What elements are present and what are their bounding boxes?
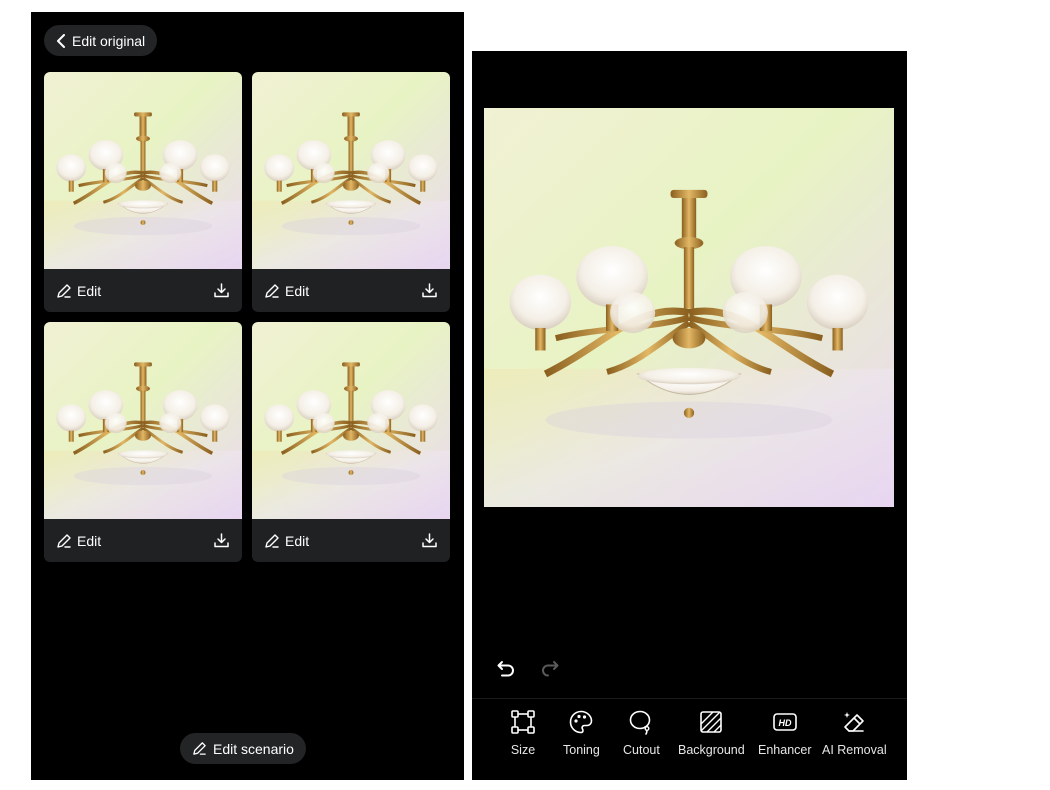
edit-original-label: Edit original — [72, 32, 146, 49]
tool-enhancer-label: Enhancer — [758, 743, 812, 757]
tool-size-label: Size — [510, 743, 536, 757]
edit-scenario-label: Edit scenario — [213, 740, 294, 757]
chandelier-thumbnail[interactable] — [44, 322, 242, 519]
pencil-icon — [57, 283, 71, 298]
result-card: Edit — [252, 322, 450, 562]
hatch-square-icon — [700, 711, 723, 733]
download-icon — [422, 533, 437, 548]
chandelier-thumbnail[interactable] — [252, 72, 450, 269]
redo-button[interactable] — [540, 658, 560, 683]
undo-icon — [497, 661, 514, 677]
edit-label: Edit — [285, 282, 310, 299]
results-panel: Edit original Edit Edit Edit Edit Edit s… — [31, 12, 464, 780]
tool-toning[interactable]: Toning — [563, 709, 600, 757]
tool-enhancer[interactable]: HD Enhancer — [758, 709, 812, 757]
edit-original-button[interactable]: Edit original — [44, 25, 158, 56]
download-button[interactable] — [213, 282, 230, 299]
editor-canvas-image[interactable] — [484, 108, 894, 507]
tool-background[interactable]: Background — [678, 709, 745, 757]
palette-icon — [570, 710, 593, 734]
pencil-icon — [193, 742, 206, 755]
chandelier-thumbnail[interactable] — [44, 72, 242, 269]
pencil-icon — [57, 533, 71, 548]
edit-label: Edit — [77, 532, 102, 549]
edit-scenario-button[interactable]: Edit scenario — [180, 733, 306, 764]
card-action-bar: Edit — [252, 269, 450, 312]
undo-button[interactable] — [496, 658, 516, 683]
edit-button[interactable]: Edit — [264, 533, 309, 549]
download-button[interactable] — [213, 532, 230, 549]
toolbar-divider — [472, 698, 907, 699]
tool-cutout[interactable]: Cutout — [623, 709, 660, 757]
edit-label: Edit — [285, 532, 310, 549]
edit-button[interactable]: Edit — [264, 283, 309, 299]
edit-label: Edit — [77, 282, 102, 299]
card-action-bar: Edit — [252, 519, 450, 562]
edit-button[interactable]: Edit — [56, 533, 101, 549]
tool-size[interactable]: Size — [510, 709, 536, 757]
download-icon — [214, 283, 229, 298]
chandelier-thumbnail[interactable] — [252, 322, 450, 519]
download-button[interactable] — [421, 282, 438, 299]
download-button[interactable] — [421, 532, 438, 549]
chevron-left-icon — [57, 33, 65, 48]
svg-text:HD: HD — [778, 718, 791, 728]
tool-background-label: Background — [678, 743, 745, 757]
tool-ai-removal[interactable]: AI Removal — [822, 709, 887, 757]
lasso-icon — [630, 710, 651, 735]
eraser-sparkle-icon — [844, 712, 865, 732]
result-card: Edit — [252, 72, 450, 312]
pencil-icon — [265, 533, 279, 548]
card-action-bar: Edit — [44, 519, 242, 562]
card-action-bar: Edit — [44, 269, 242, 312]
tool-toning-label: Toning — [563, 743, 600, 757]
download-icon — [422, 283, 437, 298]
tool-cutout-label: Cutout — [623, 743, 660, 757]
editor-panel: Size Toning Cutout Background HD Enhance… — [472, 51, 907, 780]
download-icon — [214, 533, 229, 548]
tool-ai-removal-label: AI Removal — [822, 743, 887, 757]
redo-icon — [542, 661, 559, 677]
crop-frame-icon — [511, 710, 535, 734]
edit-button[interactable]: Edit — [56, 283, 101, 299]
result-card: Edit — [44, 72, 242, 312]
hd-icon: HD — [772, 713, 797, 731]
pencil-icon — [265, 283, 279, 298]
tool-bar: Size Toning Cutout Background HD Enhance… — [472, 709, 907, 775]
result-card: Edit — [44, 322, 242, 562]
